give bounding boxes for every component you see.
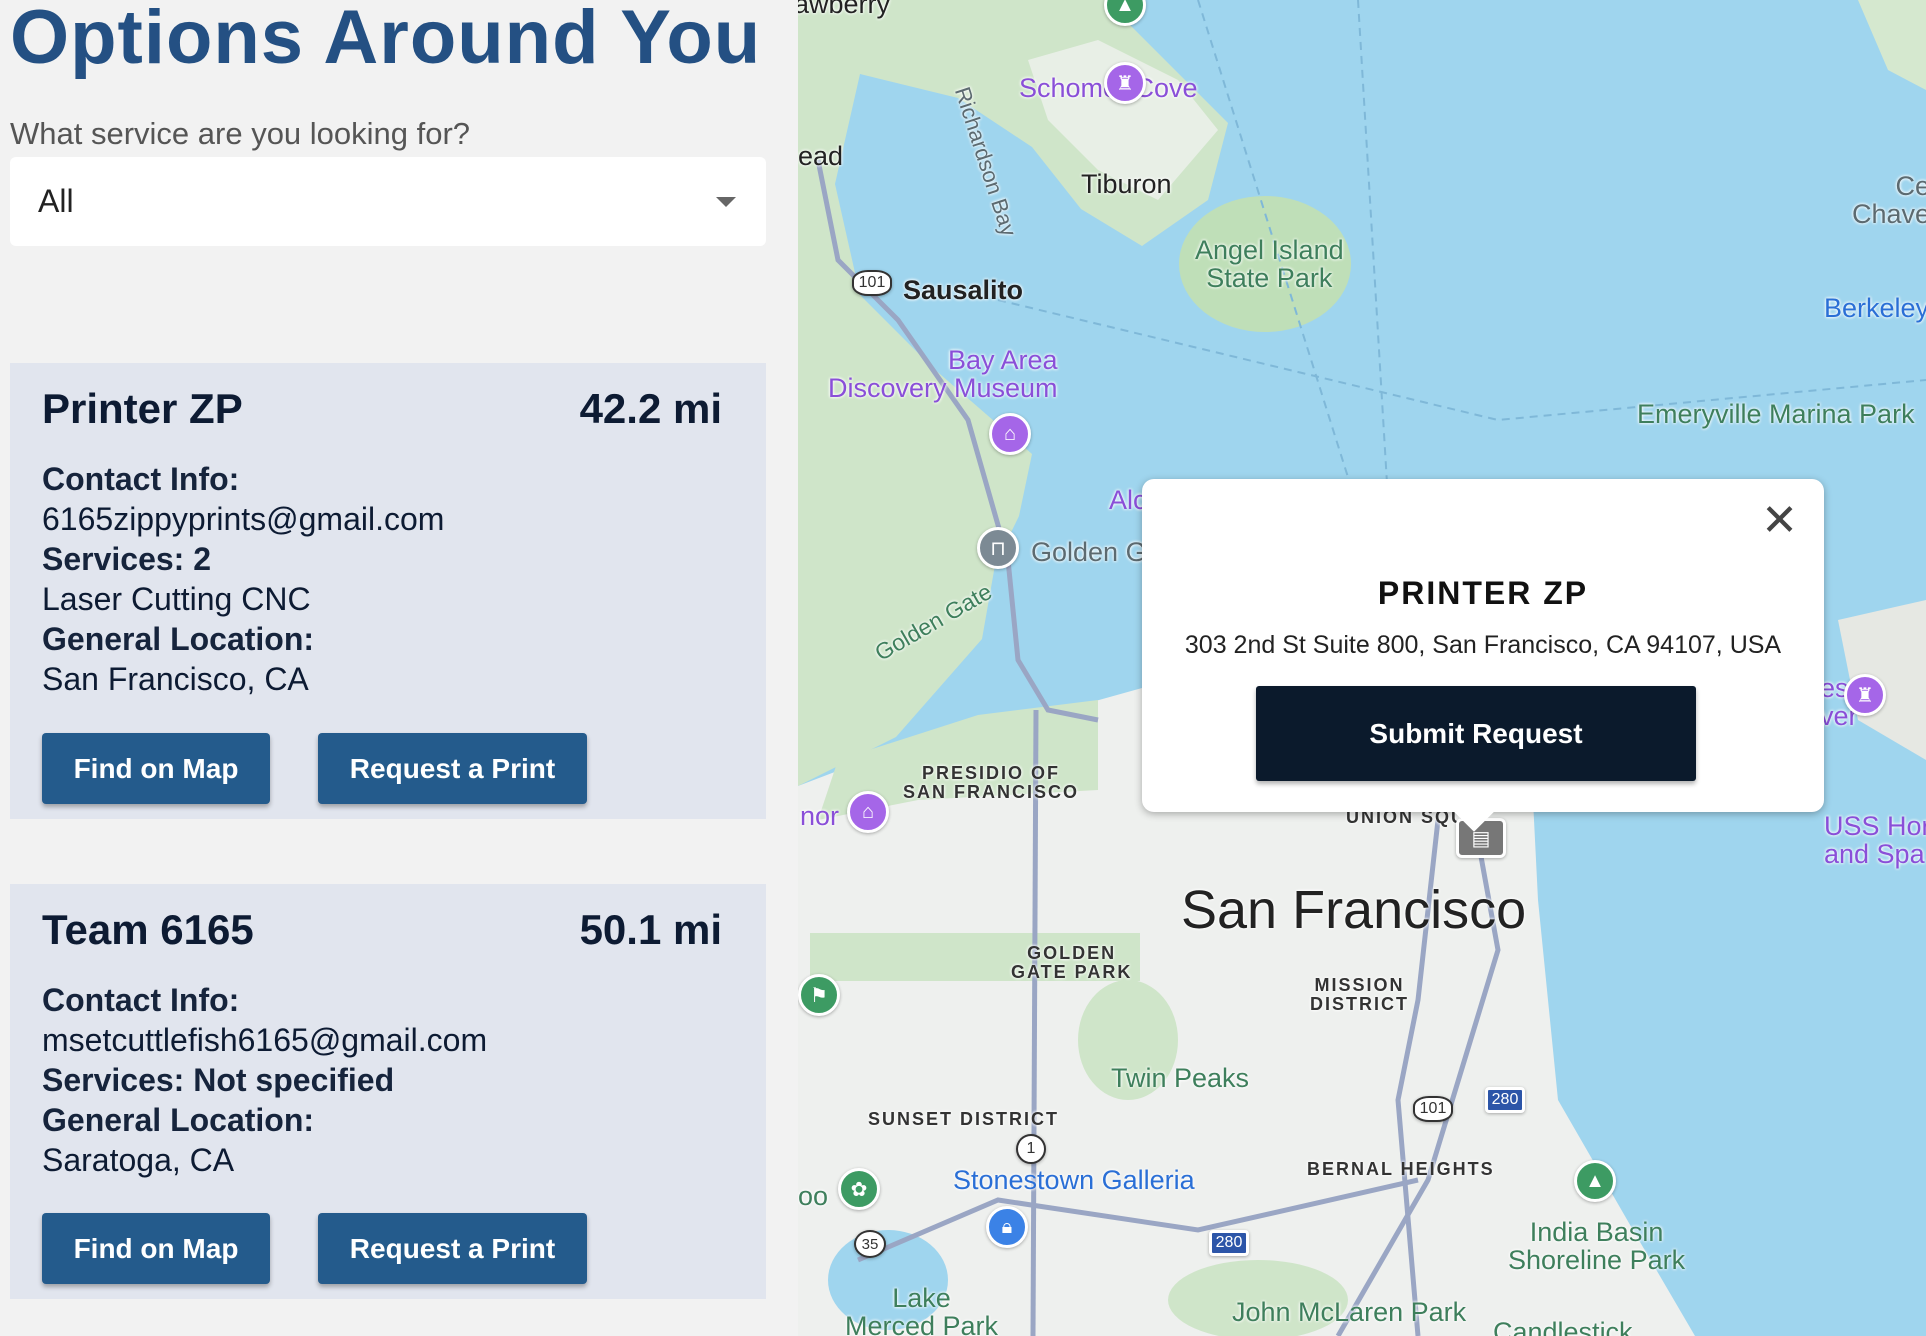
park-poi-icon[interactable]: ▲ <box>1574 1160 1616 1202</box>
castle-poi-icon[interactable]: ♜ <box>1844 674 1886 716</box>
location-value: San Francisco, CA <box>42 661 309 697</box>
map-label: awberry <box>798 0 891 19</box>
close-icon[interactable]: ✕ <box>1761 499 1798 543</box>
map-label: ead <box>798 141 844 171</box>
map-label: Golden G <box>1031 537 1147 567</box>
map[interactable]: awberry Schomer Cove Tiburon Richardson … <box>798 0 1926 1336</box>
map-label: Sausalito <box>903 275 1024 305</box>
map-label: India Basin Shoreline Park <box>1508 1217 1686 1276</box>
results-panel: Options Around You What service are you … <box>0 0 798 1336</box>
map-label: GOLDEN GATE PARK <box>1011 943 1133 982</box>
east-bay-land <box>1858 0 1926 90</box>
map-label: oo <box>798 1181 829 1211</box>
highway-shield-35: 35 <box>854 1230 886 1258</box>
map-label: Lake Merced Park <box>845 1283 999 1336</box>
golf-poi-icon[interactable]: ⚑ <box>798 974 840 1016</box>
location-label: General Location: <box>42 621 315 657</box>
card-distance: 42.2 mi <box>579 385 722 432</box>
map-label: Alc <box>1109 485 1147 515</box>
info-popup: ✕ PRINTER ZP 303 2nd St Suite 800, San F… <box>1142 479 1824 832</box>
castle-poi-icon[interactable]: ♜ <box>1104 62 1146 104</box>
map-label: Emeryville Marina Park <box>1637 399 1915 429</box>
bridge-poi-icon[interactable]: ⊓ <box>977 527 1019 569</box>
map-label: Candlestick <box>1493 1317 1633 1336</box>
location-value: Saratoga, CA <box>42 1142 235 1178</box>
card-name: Team 6165 <box>42 906 254 953</box>
museum-poi-icon[interactable]: ⌂ <box>847 791 889 833</box>
services-label: Services: Not specified <box>42 1062 395 1098</box>
map-label: Tiburon <box>1081 169 1172 199</box>
page-title: Options Around You <box>10 0 762 80</box>
chevron-down-icon <box>716 197 736 207</box>
highway-shield-101: 101 <box>1413 1096 1453 1122</box>
map-label: Twin Peaks <box>1111 1063 1250 1093</box>
services-list: Laser Cutting CNC <box>42 581 311 617</box>
result-card: Team 6165 50.1 mi Contact Info: msetcutt… <box>10 884 766 1299</box>
map-label: SUNSET DISTRICT <box>868 1109 1060 1129</box>
contact-email: 6165zippyprints@gmail.com <box>42 501 445 537</box>
popup-title: PRINTER ZP <box>1377 575 1589 611</box>
request-print-button[interactable]: Request a Print <box>318 1213 587 1284</box>
map-label: Stonestown Galleria <box>953 1165 1195 1195</box>
contact-label: Contact Info: <box>42 982 240 1018</box>
map-label: John McLaren Park <box>1232 1297 1467 1327</box>
map-label: PRESIDIO OF SAN FRANCISCO <box>903 763 1080 802</box>
highway-shield-101: 101 <box>852 270 892 296</box>
highway-shield-1: 1 <box>1016 1134 1046 1164</box>
contact-email: msetcuttlefish6165@gmail.com <box>42 1022 488 1058</box>
map-label: USS Hor and Spa <box>1824 811 1926 870</box>
map-label: BERNAL HEIGHTS <box>1307 1159 1495 1179</box>
map-label: Ce Chave <box>1852 171 1926 230</box>
card-name: Printer ZP <box>42 385 243 432</box>
highway-shield-280: 280 <box>1485 1087 1525 1113</box>
service-select-value: All <box>38 183 74 219</box>
card-distance: 50.1 mi <box>579 906 722 953</box>
location-label: General Location: <box>42 1102 315 1138</box>
contact-label: Contact Info: <box>42 461 240 497</box>
map-label: MISSION DISTRICT <box>1310 975 1409 1014</box>
service-filter-label: What service are you looking for? <box>10 116 471 151</box>
museum-poi-icon[interactable]: ⌂ <box>989 413 1031 455</box>
map-label: Berkeley <box>1824 293 1926 323</box>
map-label: nor <box>800 801 840 831</box>
map-label-city: San Francisco <box>1181 880 1527 940</box>
map-label: Bay Area Discovery Museum <box>828 345 1058 404</box>
zoo-poi-icon[interactable]: ✿ <box>838 1168 880 1210</box>
service-select[interactable]: All <box>10 157 766 246</box>
shopping-poi-icon[interactable]: 🔒︎ <box>986 1206 1028 1248</box>
services-label: Services: 2 <box>42 541 212 577</box>
map-label: Angel Island State Park <box>1195 235 1344 294</box>
request-print-button[interactable]: Request a Print <box>318 733 587 804</box>
highway-shield-280: 280 <box>1209 1230 1249 1256</box>
submit-request-button[interactable]: Submit Request <box>1256 686 1696 781</box>
find-on-map-button[interactable]: Find on Map <box>42 1213 270 1284</box>
result-card: Printer ZP 42.2 mi Contact Info: 6165zip… <box>10 363 766 819</box>
popup-address: 303 2nd St Suite 800, San Francisco, CA … <box>1184 631 1782 659</box>
find-on-map-button[interactable]: Find on Map <box>42 733 270 804</box>
